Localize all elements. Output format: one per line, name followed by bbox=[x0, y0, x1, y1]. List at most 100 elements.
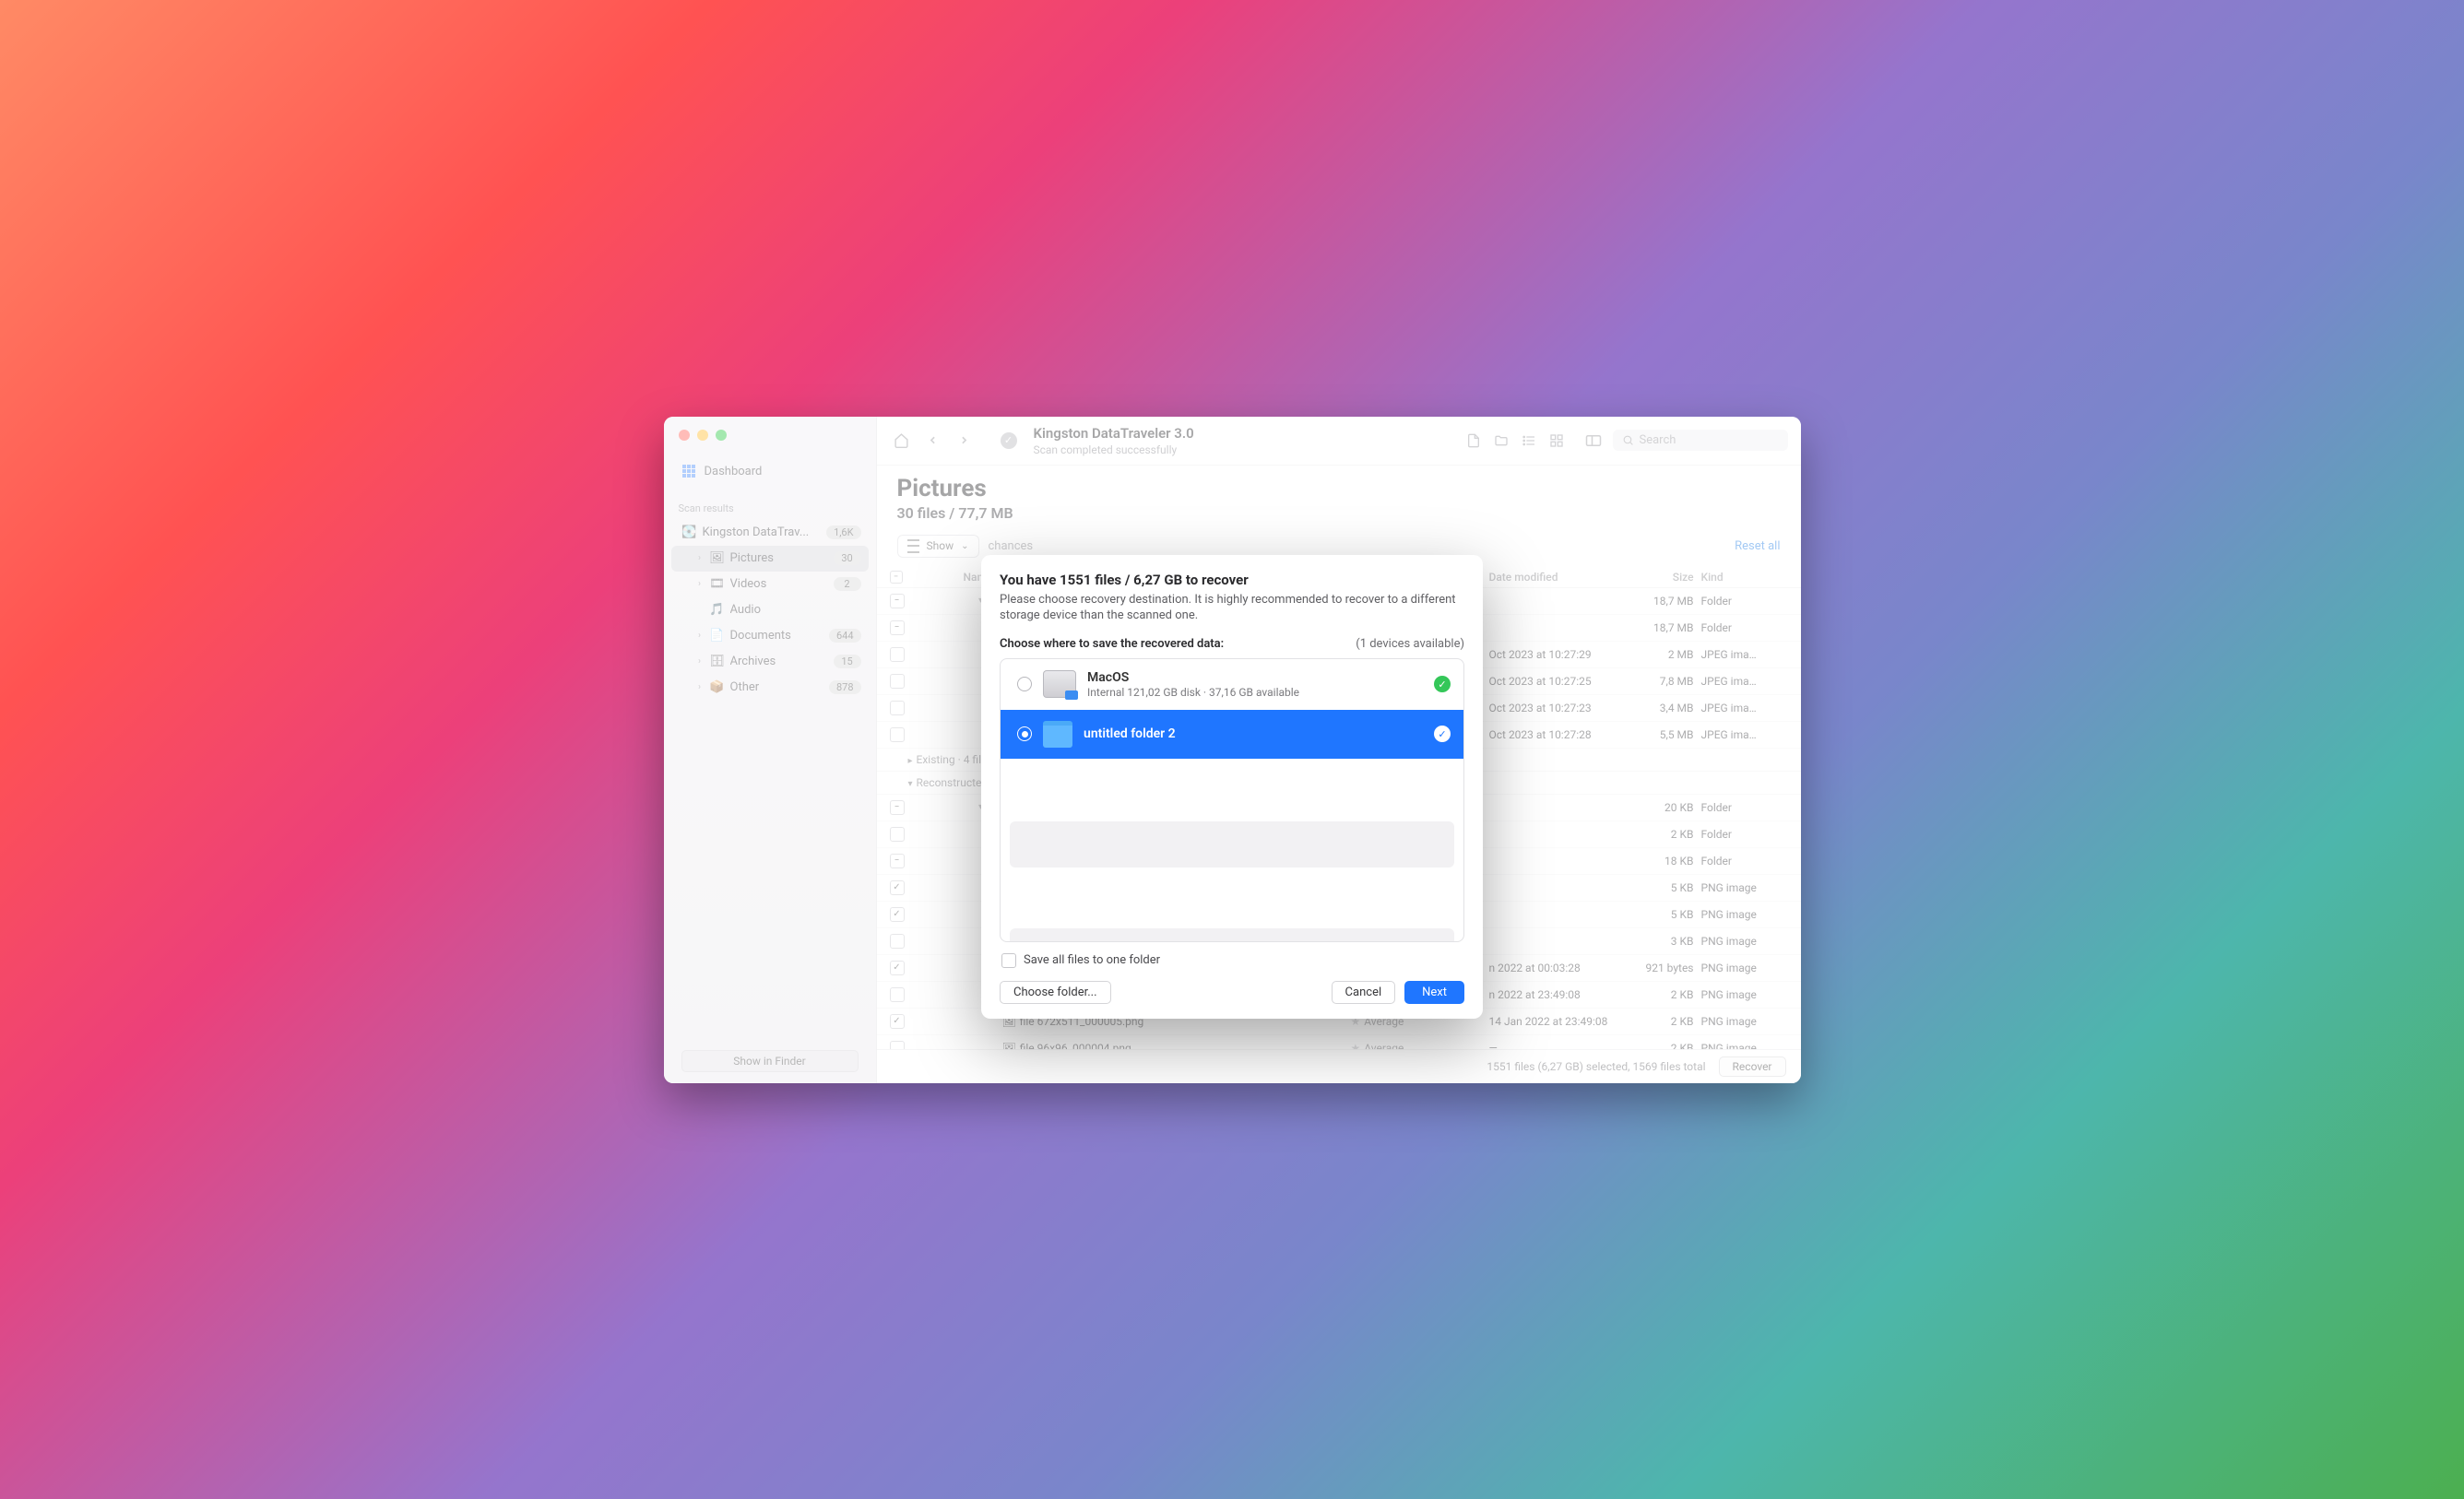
folder-view-icon[interactable] bbox=[1489, 429, 1513, 453]
col-modified[interactable]: Date modified bbox=[1489, 571, 1637, 584]
date-modified: n 2022 at 00:03:28 bbox=[1489, 962, 1637, 974]
row-checkbox[interactable] bbox=[890, 674, 905, 689]
nav-back-icon[interactable] bbox=[921, 429, 945, 453]
row-checkbox[interactable] bbox=[890, 854, 905, 868]
minimize-window-icon[interactable] bbox=[697, 430, 708, 441]
audio-icon: 🎵 bbox=[710, 603, 725, 618]
sidebar-item-badge: 2 bbox=[834, 577, 861, 591]
status-ok-icon: ✓ bbox=[1434, 726, 1451, 742]
filter-chances-label: chances bbox=[989, 539, 1034, 553]
next-button[interactable]: Next bbox=[1404, 981, 1464, 1004]
row-checkbox[interactable] bbox=[890, 907, 905, 922]
search-input[interactable]: Search bbox=[1613, 430, 1788, 451]
file-size: 2 KB bbox=[1637, 988, 1701, 1001]
file-size: 5,5 MB bbox=[1637, 728, 1701, 741]
file-view-icon[interactable] bbox=[1462, 429, 1486, 453]
toolbar: ✓ Kingston DataTraveler 3.0 Scan complet… bbox=[877, 417, 1801, 466]
row-checkbox[interactable] bbox=[890, 934, 905, 949]
grid-view-icon[interactable] bbox=[1545, 429, 1569, 453]
sidebar-item-badge: 15 bbox=[834, 655, 861, 668]
reset-all-link[interactable]: Reset all bbox=[1735, 539, 1780, 553]
sidebar-source-device[interactable]: 💽 Kingston DataTrav... 1,6K bbox=[671, 520, 869, 546]
file-size: 2 KB bbox=[1637, 1042, 1701, 1049]
file-kind: PNG image bbox=[1701, 1042, 1784, 1049]
row-checkbox[interactable] bbox=[890, 880, 905, 895]
sidebar-item-pictures[interactable]: › 🖼 Pictures 30 bbox=[671, 546, 869, 572]
sidebar-item-documents[interactable]: › 📄 Documents 644 bbox=[671, 623, 869, 649]
file-kind: PNG image bbox=[1701, 881, 1784, 894]
sidebar-item-archives[interactable]: › 🗄 Archives 15 bbox=[671, 649, 869, 675]
chevron-right-icon: › bbox=[695, 656, 705, 667]
sidebar-item-label: Documents bbox=[730, 629, 823, 643]
status-ok-icon: ✓ bbox=[997, 429, 1021, 453]
chevron-down-icon: ⌄ bbox=[961, 541, 968, 551]
row-checkbox[interactable] bbox=[890, 827, 905, 842]
save-to-one-folder-checkbox[interactable]: Save all files to one folder bbox=[1001, 953, 1464, 968]
file-kind: PNG image bbox=[1701, 1015, 1784, 1028]
page-title: Pictures bbox=[897, 475, 1781, 502]
sidebar-item-badge: 878 bbox=[829, 680, 861, 694]
file-size: 2 KB bbox=[1637, 828, 1701, 841]
row-checkbox[interactable] bbox=[890, 1014, 905, 1029]
row-checkbox[interactable] bbox=[890, 647, 905, 662]
sidebar-toggle-icon[interactable] bbox=[1581, 429, 1605, 453]
sidebar-item-label: Videos bbox=[730, 577, 828, 591]
date-modified: Oct 2023 at 10:27:25 bbox=[1489, 675, 1637, 688]
list-view-icon[interactable] bbox=[1517, 429, 1541, 453]
choose-folder-button[interactable]: Choose folder... bbox=[1000, 981, 1111, 1004]
videos-icon: 🎞 bbox=[710, 577, 725, 592]
row-checkbox[interactable] bbox=[890, 987, 905, 1002]
file-kind: Folder bbox=[1701, 828, 1784, 841]
file-size: 20 KB bbox=[1637, 801, 1701, 814]
cancel-button[interactable]: Cancel bbox=[1332, 981, 1396, 1004]
nav-forward-icon[interactable] bbox=[953, 429, 977, 453]
row-checkbox[interactable] bbox=[890, 620, 905, 635]
fullscreen-window-icon[interactable] bbox=[716, 430, 727, 441]
radio-selected-icon[interactable] bbox=[1017, 726, 1032, 741]
col-size[interactable]: Size bbox=[1637, 571, 1701, 584]
save-one-label: Save all files to one folder bbox=[1024, 953, 1160, 967]
row-checkbox[interactable] bbox=[890, 701, 905, 715]
row-checkbox[interactable] bbox=[890, 800, 905, 815]
row-checkbox[interactable] bbox=[890, 1041, 905, 1049]
show-filter-button[interactable]: Show ⌄ bbox=[897, 535, 979, 558]
other-icon: 📦 bbox=[710, 680, 725, 695]
star-icon: ★ bbox=[1351, 1042, 1361, 1049]
checkbox-icon[interactable] bbox=[1001, 953, 1016, 968]
sidebar-item-other[interactable]: › 📦 Other 878 bbox=[671, 675, 869, 701]
row-checkbox[interactable] bbox=[890, 961, 905, 975]
show-in-finder-button[interactable]: Show in Finder bbox=[681, 1050, 859, 1072]
status-footer: 1551 files (6,27 GB) selected, 1569 file… bbox=[877, 1049, 1801, 1083]
file-size: 5 KB bbox=[1637, 881, 1701, 894]
radio-unselected-icon[interactable] bbox=[1017, 677, 1032, 691]
status-ok-icon: ✓ bbox=[1434, 676, 1451, 692]
recovery-chance: Average bbox=[1364, 1042, 1404, 1049]
table-row[interactable]: 🖼file 96x96_000004.png★Average—2 KBPNG i… bbox=[877, 1035, 1801, 1049]
sidebar-item-audio[interactable]: 🎵 Audio bbox=[671, 597, 869, 623]
image-file-icon: 🖼 bbox=[1002, 1042, 1016, 1049]
app-window: Dashboard Scan results 💽 Kingston DataTr… bbox=[664, 417, 1801, 1083]
file-kind: Folder bbox=[1701, 621, 1784, 634]
dashboard-icon bbox=[682, 465, 695, 478]
row-checkbox[interactable] bbox=[890, 727, 905, 742]
file-size: 2 KB bbox=[1637, 1015, 1701, 1028]
destination-macos[interactable]: MacOS Internal 121,02 GB disk · 37,16 GB… bbox=[1001, 659, 1463, 710]
drive-icon: 💽 bbox=[682, 525, 697, 540]
dialog-title: You have 1551 files / 6,27 GB to recover bbox=[1000, 572, 1464, 588]
sidebar-item-label: Archives bbox=[730, 655, 828, 668]
file-kind: JPEG ima… bbox=[1701, 702, 1784, 714]
dashboard-nav[interactable]: Dashboard bbox=[675, 457, 865, 486]
recover-button[interactable]: Recover bbox=[1719, 1056, 1786, 1077]
file-kind: JPEG ima… bbox=[1701, 728, 1784, 741]
file-kind: PNG image bbox=[1701, 988, 1784, 1001]
close-window-icon[interactable] bbox=[679, 430, 690, 441]
destination-subtitle: Internal 121,02 GB disk · 37,16 GB avail… bbox=[1087, 686, 1423, 699]
sidebar-item-videos[interactable]: › 🎞 Videos 2 bbox=[671, 572, 869, 597]
destination-folder[interactable]: untitled folder 2 ✓ bbox=[1001, 710, 1463, 759]
row-checkbox[interactable] bbox=[890, 594, 905, 608]
home-icon[interactable] bbox=[890, 429, 914, 453]
sidebar-item-label: Pictures bbox=[730, 551, 828, 565]
chevron-right-icon: › bbox=[695, 579, 705, 589]
col-kind[interactable]: Kind bbox=[1701, 571, 1784, 584]
file-kind: Folder bbox=[1701, 801, 1784, 814]
